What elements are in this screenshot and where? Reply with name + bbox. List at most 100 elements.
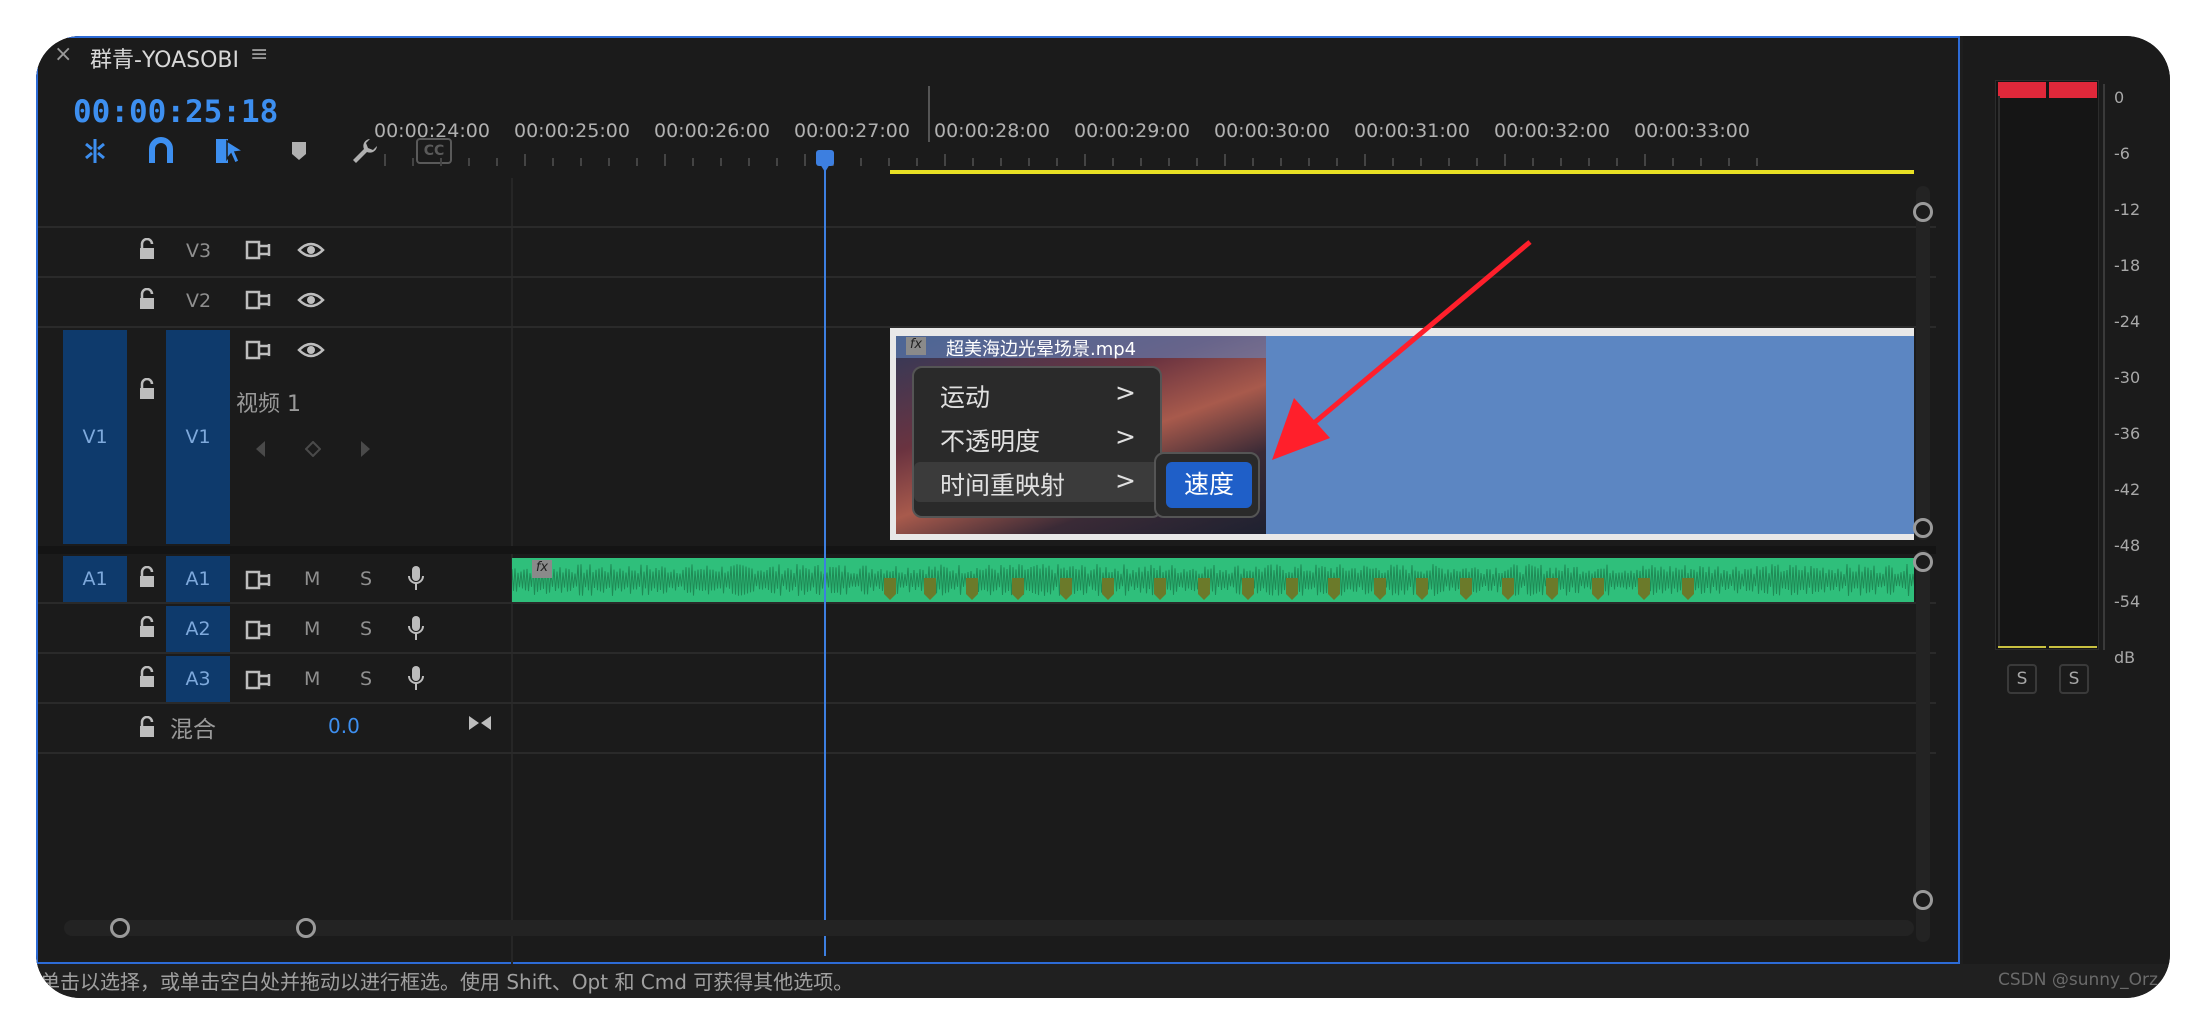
ruler-ticks — [384, 154, 1960, 166]
audio-vertical-scrollbar[interactable] — [1916, 550, 1930, 942]
menu-item-opacity[interactable]: 不透明度 > — [914, 418, 1160, 458]
sync-lock-icon[interactable] — [244, 566, 272, 594]
audio-clip[interactable] — [512, 558, 1914, 602]
scroll-handle-left[interactable] — [110, 918, 130, 938]
audio-keyframe-marker — [1638, 578, 1650, 600]
scroll-handle[interactable] — [1913, 518, 1933, 538]
audio-keyframe-marker — [1328, 578, 1340, 600]
audio-keyframe-marker — [1502, 578, 1514, 600]
menu-item-motion[interactable]: 运动 > — [914, 374, 1160, 414]
video-vertical-scrollbar[interactable] — [1916, 186, 1930, 540]
solo-right-button[interactable]: S — [2059, 664, 2089, 694]
ruler-tick — [1392, 158, 1394, 166]
menu-item-speed[interactable]: 速度 — [1166, 462, 1252, 508]
solo-button-a3[interactable]: S — [360, 668, 372, 690]
add-keyframe-icon[interactable] — [302, 438, 324, 460]
audio-keyframe-marker — [924, 578, 936, 600]
sync-lock-icon[interactable] — [244, 666, 272, 694]
sync-lock-icon[interactable] — [244, 236, 272, 264]
track-target-a2[interactable]: A2 — [166, 606, 230, 652]
ruler-tick — [804, 154, 806, 166]
solo-button-a1[interactable]: S — [360, 568, 372, 590]
lock-icon[interactable] — [136, 714, 158, 740]
mix-volume-value[interactable]: 0.0 — [328, 714, 360, 738]
sync-lock-icon[interactable] — [244, 286, 272, 314]
ruler-tick — [1504, 154, 1506, 166]
source-patch-a1[interactable]: A1 — [63, 556, 127, 602]
next-keyframe-icon[interactable] — [356, 438, 376, 460]
track-target-a3[interactable]: A3 — [166, 656, 230, 702]
eye-icon[interactable] — [296, 286, 326, 314]
ruler-tick — [384, 154, 386, 166]
scroll-handle-right[interactable] — [296, 918, 316, 938]
scroll-handle[interactable] — [1913, 890, 1933, 910]
linked-selection-icon[interactable] — [212, 134, 246, 168]
lock-icon[interactable] — [136, 564, 158, 590]
timeline-panel: × 群青-YOASOBI ≡ 00:00:25:18 CC 00:00:24:0… — [36, 36, 1960, 966]
lock-icon[interactable] — [136, 236, 158, 262]
bowtie-icon[interactable] — [466, 710, 494, 736]
ruler-tick — [944, 154, 946, 166]
eye-icon[interactable] — [296, 236, 326, 264]
track-target-a1[interactable]: A1 — [166, 556, 230, 602]
ruler-label: 00:00:26:00 — [654, 120, 770, 142]
snap-magnet-icon[interactable] — [144, 134, 178, 168]
ripple-insert-icon[interactable] — [78, 134, 112, 168]
time-remapping-submenu: 速度 — [1154, 452, 1260, 518]
horizontal-zoom-scrollbar[interactable] — [64, 920, 1914, 936]
status-bar: 单击以选择，或单击空白处并拖动以进行框选。使用 Shift、Opt 和 Cmd … — [36, 964, 2170, 998]
track-target-v1[interactable]: V1 — [166, 330, 230, 544]
solo-button-a2[interactable]: S — [360, 618, 372, 640]
meter-level-left — [1998, 646, 2046, 648]
menu-item-time-remapping[interactable]: 时间重映射 > — [914, 462, 1160, 502]
sync-lock-icon[interactable] — [244, 616, 272, 644]
mute-button-a3[interactable]: M — [304, 668, 320, 690]
solo-left-button[interactable]: S — [2007, 664, 2037, 694]
ruler-tick — [608, 158, 610, 166]
audio-clip-fx-badge[interactable]: fx — [532, 560, 552, 578]
track-label-v3[interactable]: V3 — [186, 240, 211, 262]
playhead-timecode[interactable]: 00:00:25:18 — [73, 94, 278, 130]
ruler-tick — [1252, 158, 1254, 166]
meter-peak-left — [1998, 82, 2046, 98]
track-name-video-1[interactable]: 视频 1 — [236, 386, 301, 418]
ruler-tick — [552, 158, 554, 166]
add-marker-icon[interactable] — [284, 136, 314, 166]
db-scale-label: -6 — [2114, 144, 2130, 163]
ruler-tick — [1560, 158, 1562, 166]
waveform-path — [512, 563, 1914, 597]
scroll-handle[interactable] — [1913, 552, 1933, 572]
microphone-icon[interactable] — [404, 562, 428, 594]
status-hint-text: 单击以选择，或单击空白处并拖动以进行框选。使用 Shift、Opt 和 Cmd … — [40, 970, 854, 994]
previous-keyframe-icon[interactable] — [250, 438, 270, 460]
lock-icon[interactable] — [136, 376, 158, 402]
mute-button-a1[interactable]: M — [304, 568, 320, 590]
ruler-label: 00:00:32:00 — [1494, 120, 1610, 142]
ruler-tick — [1420, 158, 1422, 166]
ruler-tick — [1588, 158, 1590, 166]
clip-fx-badge[interactable]: fx — [906, 337, 926, 355]
close-tab-icon[interactable]: × — [54, 42, 72, 67]
ruler-label: 00:00:33:00 — [1634, 120, 1750, 142]
meter-scale-line — [2103, 84, 2105, 650]
sync-lock-icon[interactable] — [244, 336, 272, 364]
microphone-icon[interactable] — [404, 662, 428, 694]
meter-level-right — [2049, 646, 2097, 648]
eye-icon[interactable] — [296, 336, 326, 364]
scroll-handle[interactable] — [1913, 202, 1933, 222]
microphone-icon[interactable] — [404, 612, 428, 644]
ruler-tick — [496, 158, 498, 166]
lock-icon[interactable] — [136, 664, 158, 690]
ruler-marker-line — [928, 86, 930, 142]
sequence-tab-title[interactable]: 群青-YOASOBI — [90, 42, 239, 74]
ruler-tick — [636, 158, 638, 166]
lock-icon[interactable] — [136, 614, 158, 640]
playhead-line[interactable] — [824, 156, 826, 956]
track-label-v2[interactable]: V2 — [186, 290, 211, 312]
mute-button-a2[interactable]: M — [304, 618, 320, 640]
panel-menu-icon[interactable]: ≡ — [250, 42, 268, 67]
ruler-label: 00:00:29:00 — [1074, 120, 1190, 142]
source-patch-v1[interactable]: V1 — [63, 330, 127, 544]
work-area-bar[interactable] — [890, 170, 1914, 174]
lock-icon[interactable] — [136, 286, 158, 312]
